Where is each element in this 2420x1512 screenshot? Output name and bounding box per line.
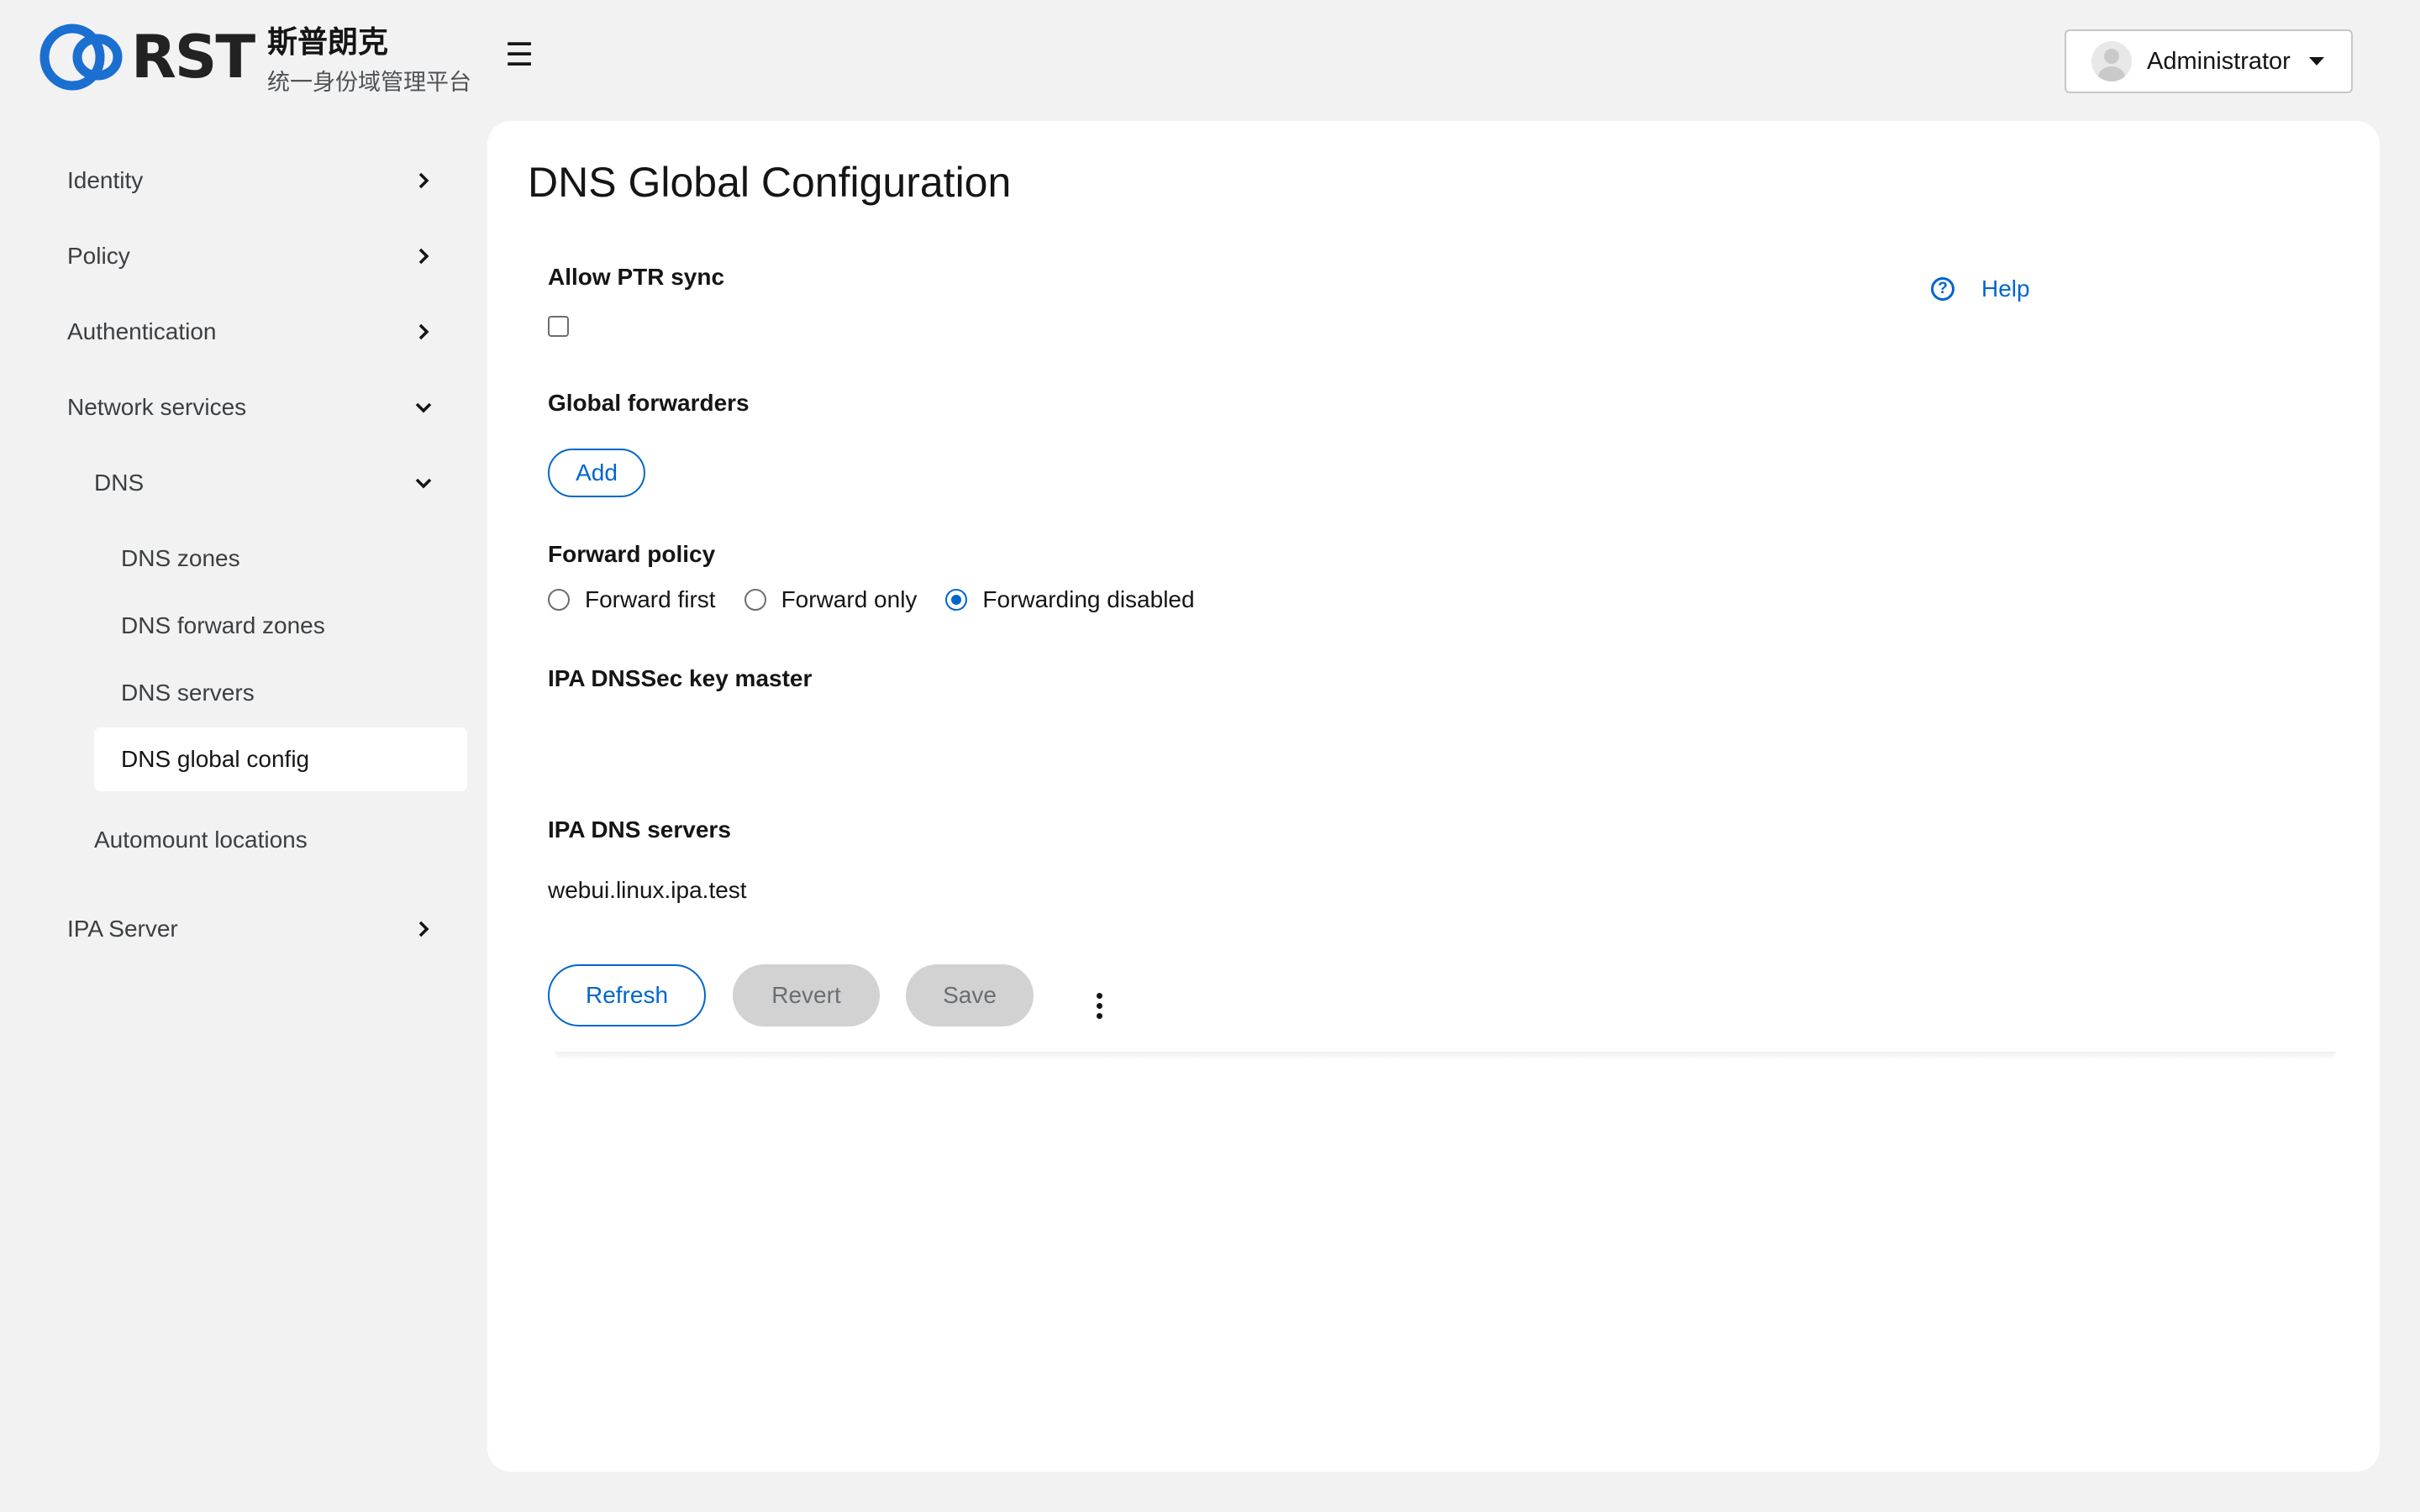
help-link[interactable]: ? Help xyxy=(1931,276,2030,302)
logo: RST xyxy=(39,22,255,92)
masthead: RST 斯普朗克 统一身份域管理平台 ☰ Administrator xyxy=(0,0,2420,121)
sidebar-item-dns-global-config[interactable]: DNS global config xyxy=(94,727,467,791)
forward-policy-radio-group: Forward first Forward only Forwarding di… xyxy=(548,583,1223,617)
sidebar-item-label: DNS forward zones xyxy=(121,612,325,638)
sidebar-item-policy[interactable]: Policy xyxy=(67,224,437,288)
save-button[interactable]: Save xyxy=(906,964,1034,1026)
forward-policy-label: Forward policy xyxy=(548,541,716,567)
ipa-dns-servers-value: webui.linux.ipa.test xyxy=(548,877,747,903)
brand: 斯普朗克 统一身份域管理平台 xyxy=(267,24,471,99)
allow-ptr-sync-label: Allow PTR sync xyxy=(548,264,725,290)
sidebar-item-network-services[interactable]: Network services xyxy=(67,375,437,439)
sidebar-item-dns[interactable]: DNS xyxy=(94,451,437,515)
sidebar-item-dns-forward-zones[interactable]: DNS forward zones xyxy=(121,594,457,658)
question-circle-icon: ? xyxy=(1931,277,1954,301)
brand-subtitle: 统一身份域管理平台 xyxy=(267,70,471,95)
page-title: DNS Global Configuration xyxy=(528,159,1012,206)
sidebar-item-identity[interactable]: Identity xyxy=(67,149,437,213)
logo-text: RST xyxy=(131,23,255,92)
sidebar-item-label: Identity xyxy=(67,167,144,193)
sidebar-item-label: DNS zones xyxy=(121,545,240,571)
user-avatar-icon xyxy=(2091,41,2132,81)
rst-logo-icon xyxy=(39,24,123,91)
sidebar-item-dns-zones[interactable]: DNS zones xyxy=(121,527,457,591)
sidebar-item-label: DNS global config xyxy=(121,746,310,772)
sidebar-item-ipa-server[interactable]: IPA Server xyxy=(67,897,437,961)
caret-down-icon xyxy=(2308,57,2324,66)
kebab-icon[interactable] xyxy=(1084,983,1114,1030)
dnssec-key-master-label: IPA DNSSec key master xyxy=(548,665,813,691)
add-forwarder-label: Add xyxy=(576,459,618,486)
save-label: Save xyxy=(943,982,997,1008)
user-menu-toggle[interactable]: Administrator xyxy=(2065,29,2353,93)
radio-forward-only[interactable]: Forward only xyxy=(744,586,918,613)
user-name: Administrator xyxy=(2147,47,2291,75)
sidebar-item-authentication[interactable]: Authentication xyxy=(67,300,437,364)
chevron-down-icon xyxy=(415,478,432,489)
revert-label: Revert xyxy=(771,982,841,1008)
chevron-down-icon xyxy=(415,402,432,413)
brand-title: 斯普朗克 xyxy=(267,24,389,59)
sidebar-item-automount-locations[interactable]: Automount locations xyxy=(94,808,437,872)
ipa-dns-servers-label: IPA DNS servers xyxy=(548,816,731,843)
sidebar-item-label: IPA Server xyxy=(67,916,178,942)
sidebar-item-label: DNS xyxy=(94,470,145,496)
radio-label: Forward first xyxy=(585,586,716,612)
chevron-right-icon xyxy=(418,323,429,340)
radio-button[interactable] xyxy=(548,589,570,611)
add-forwarder-button[interactable]: Add xyxy=(548,449,645,497)
hamburger-icon[interactable]: ☰ xyxy=(502,39,536,72)
radio-button-selected[interactable] xyxy=(945,589,968,611)
revert-button[interactable]: Revert xyxy=(733,964,880,1026)
sidebar-item-label: Authentication xyxy=(67,318,217,344)
chevron-right-icon xyxy=(418,172,429,189)
refresh-button[interactable]: Refresh xyxy=(548,964,706,1026)
radio-label: Forward only xyxy=(781,586,918,612)
sidebar-item-label: Automount locations xyxy=(94,827,308,853)
radio-label: Forwarding disabled xyxy=(982,586,1195,612)
radio-forwarding-disabled[interactable]: Forwarding disabled xyxy=(945,586,1195,613)
toolbar-divider xyxy=(555,1052,2336,1060)
global-forwarders-label: Global forwarders xyxy=(548,390,750,416)
allow-ptr-sync-checkbox[interactable] xyxy=(548,316,569,337)
radio-button[interactable] xyxy=(744,589,766,611)
chevron-right-icon xyxy=(418,248,429,265)
refresh-label: Refresh xyxy=(585,982,669,1008)
sidebar-item-dns-servers[interactable]: DNS servers xyxy=(121,661,457,725)
help-label: Help xyxy=(1981,276,2030,302)
radio-forward-first[interactable]: Forward first xyxy=(548,586,716,613)
chevron-right-icon xyxy=(418,921,429,937)
sidebar-nav: Identity Policy Authentication Network s… xyxy=(0,121,487,1512)
main-content-card: DNS Global Configuration ? Help Allow PT… xyxy=(487,121,2380,1472)
sidebar-item-label: DNS servers xyxy=(121,680,255,706)
sidebar-item-label: Network services xyxy=(67,394,247,420)
sidebar-item-label: Policy xyxy=(67,243,130,269)
